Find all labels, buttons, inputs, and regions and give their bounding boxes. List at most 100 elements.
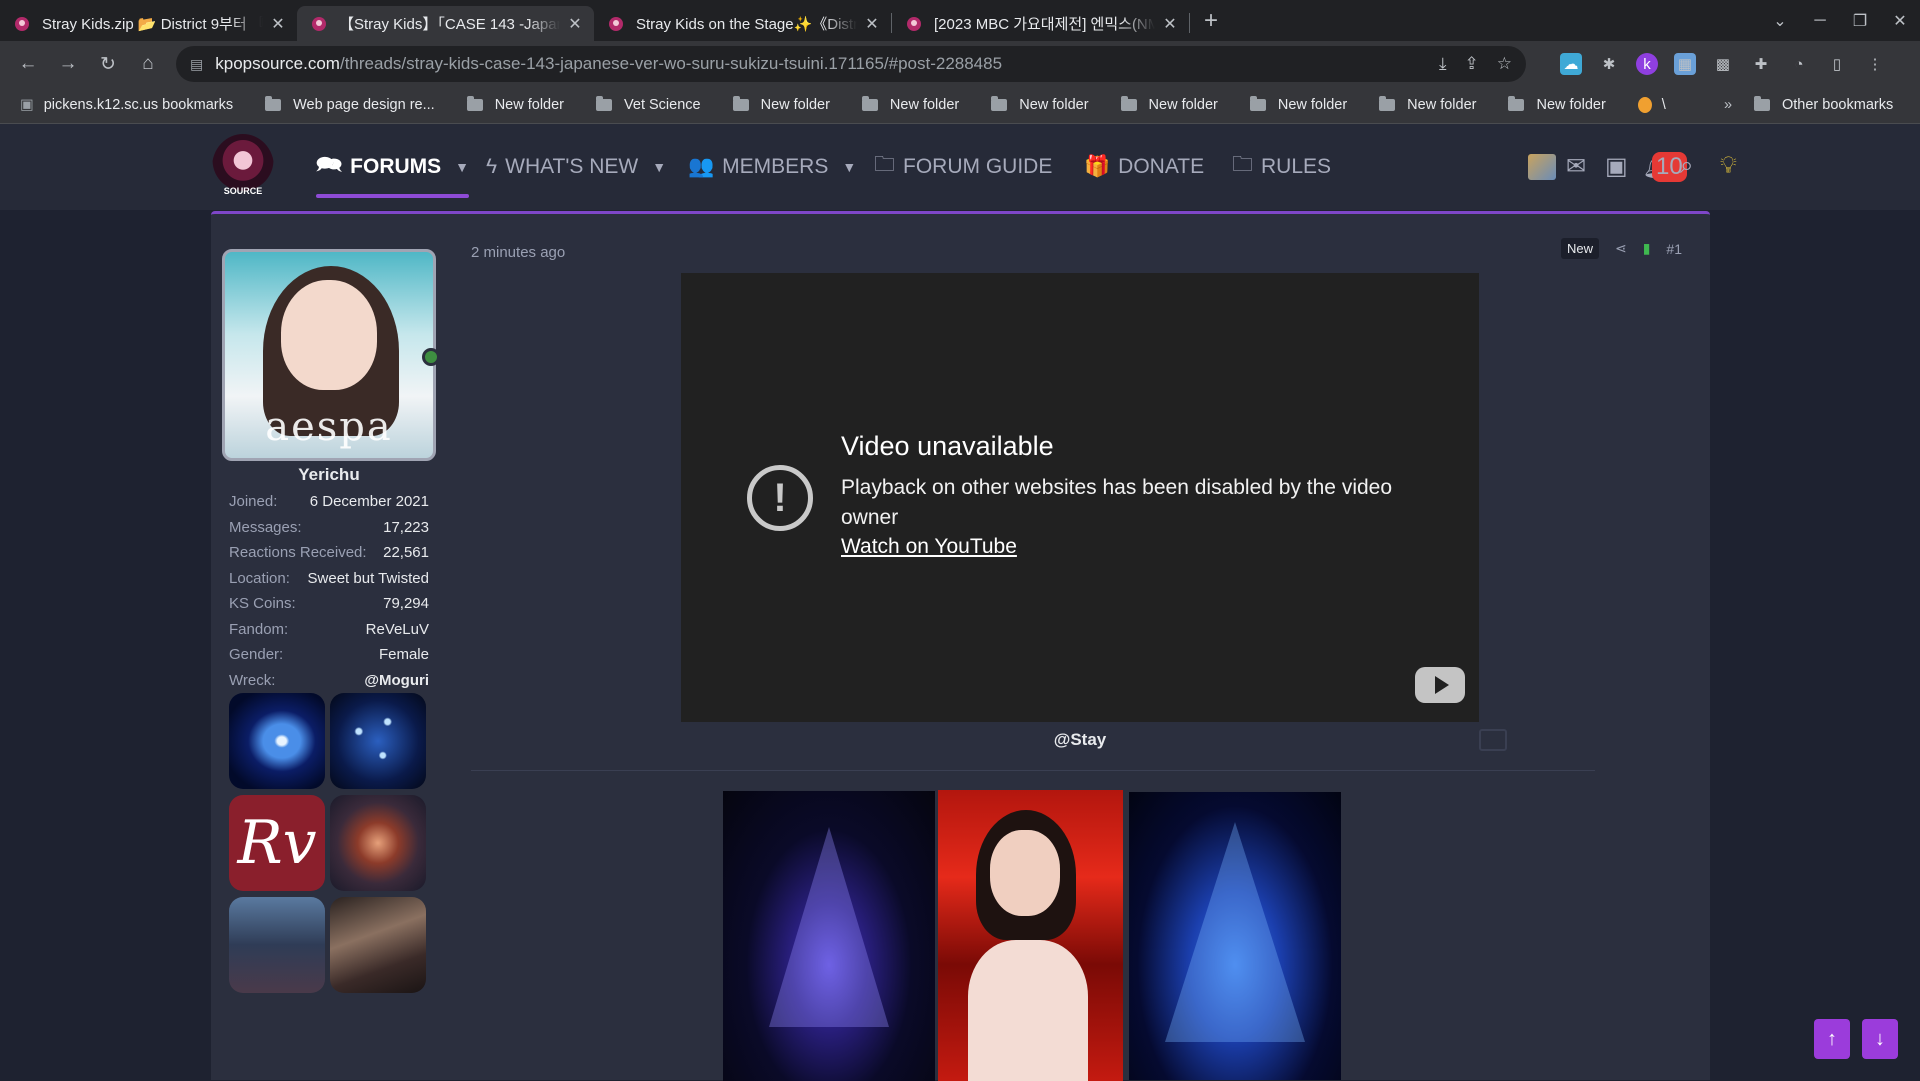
install-icon[interactable]: ⤓ — [1439, 54, 1447, 74]
close-window-icon[interactable]: ✕ — [1880, 11, 1920, 31]
stat-value-mention[interactable]: @Moguri — [364, 672, 429, 689]
stat-value: 79,294 — [383, 595, 429, 613]
trophy-star-cluster[interactable] — [330, 693, 426, 789]
folder-icon — [991, 96, 1008, 111]
share-icon[interactable]: ⋖ — [1615, 240, 1627, 257]
browser-tab[interactable]: Stray Kids.zip 📂 District 9부터 『 ✕ — [0, 6, 297, 41]
home-icon[interactable]: ⌂ — [128, 53, 168, 75]
trophy-nebula[interactable] — [330, 795, 426, 891]
post-timestamp[interactable]: 2 minutes ago — [471, 244, 565, 261]
stat-key: Fandom: — [229, 620, 289, 638]
trophy-galaxy[interactable] — [229, 693, 325, 789]
gif-blue-tree[interactable] — [1129, 792, 1341, 1080]
puppet-extension-icon[interactable]: ✱ — [1598, 53, 1620, 75]
site-info-icon[interactable]: ▤ — [190, 56, 203, 73]
tab-title: Stray Kids on the Stage✨《District — [636, 16, 857, 33]
scroll-top-arrow-icon[interactable]: ↑ — [1814, 1019, 1850, 1059]
kpopsource-favicon — [311, 16, 327, 32]
youtube-embed[interactable]: ! Video unavailable Playback on other we… — [681, 273, 1479, 722]
minimize-icon[interactable]: ─ — [1800, 12, 1840, 30]
bookmark-folder[interactable]: New folder — [1488, 96, 1617, 113]
address-bar-actions: ⤓ ⇪ ☆ — [1439, 54, 1512, 74]
browser-tab[interactable]: [2023 MBC 가요대제전] 엔믹스(NMIXX ✕ — [892, 6, 1189, 41]
close-icon[interactable]: ✕ — [1161, 14, 1179, 34]
lightbulb-icon[interactable]: 💡︎ — [1720, 152, 1737, 180]
gif-performer[interactable] — [938, 790, 1123, 1081]
post-divider — [471, 770, 1595, 771]
stat-value: 22,561 — [383, 544, 429, 562]
username[interactable]: Yerichu — [222, 465, 436, 485]
browser-tab[interactable]: Stray Kids on the Stage✨《District ✕ — [594, 6, 891, 41]
browser-tab-strip: Stray Kids.zip 📂 District 9부터 『 ✕ 【Stray… — [0, 0, 1920, 41]
bookmark-folder[interactable]: New folder — [971, 96, 1100, 113]
bookmark-folder[interactable]: New folder — [447, 96, 576, 113]
stat-key: Reactions Received: — [229, 544, 367, 562]
performance-icon[interactable]: ◔ — [1788, 53, 1810, 75]
avatar-watermark: aespa — [265, 404, 393, 450]
reload-icon[interactable]: ↻ — [88, 53, 128, 76]
search-icon[interactable]: ⌕ — [1680, 152, 1693, 180]
scroll-bottom-arrow-icon[interactable]: ↓ — [1862, 1019, 1898, 1059]
stat-value[interactable]: Sweet but Twisted — [308, 570, 429, 587]
bookmark-folder[interactable]: Vet Science — [576, 96, 713, 113]
folder-icon — [265, 96, 282, 111]
post-mention[interactable]: @Stay — [681, 730, 1479, 750]
picture-in-picture-icon[interactable] — [1479, 729, 1507, 751]
trophy-redvelvet-logo[interactable]: Rv — [229, 795, 325, 891]
bookmark-folder[interactable]: New folder — [1101, 96, 1230, 113]
close-icon[interactable]: ✕ — [269, 14, 287, 34]
bookmark-folder[interactable]: Web page design re... — [245, 96, 447, 113]
k-extension-icon[interactable]: k — [1636, 53, 1658, 75]
address-bar[interactable]: ▤ kpopsource.com/threads/stray-kids-case… — [176, 46, 1526, 82]
bookmarks-manager-icon: ▣ — [20, 97, 34, 113]
site-user-tools: ✉ ▣ 🔔︎ 10 ⌕ 💡︎ — [0, 124, 1920, 210]
tab-separator — [1189, 13, 1190, 33]
forward-arrow-icon[interactable]: → — [48, 53, 88, 75]
bookmark-item[interactable]: \ — [1618, 97, 1678, 113]
picture-extension-icon[interactable]: ▦ — [1674, 53, 1696, 75]
bookmark-label: Other bookmarks — [1782, 97, 1894, 113]
restore-icon[interactable]: ❐ — [1840, 11, 1880, 31]
stat-row: Joined: 6 December 2021 — [229, 489, 429, 515]
watch-on-youtube-link[interactable]: Watch on YouTube — [841, 535, 1017, 559]
puzzle-extensions-icon[interactable]: ✚ — [1750, 53, 1772, 75]
extensions-area: ☁ ✱ k ▦ ▩ ✚ ◔ ▯ ⋮ — [1560, 41, 1886, 87]
bookmark-folder[interactable]: New folder — [1359, 96, 1488, 113]
post-number[interactable]: #1 — [1666, 241, 1682, 257]
side-panel-icon[interactable]: ▯ — [1826, 53, 1848, 75]
back-arrow-icon[interactable]: ← — [8, 53, 48, 75]
bookmark-label: New folder — [1019, 97, 1089, 113]
gif-purple-tree[interactable] — [723, 791, 935, 1081]
tab-search-chevron-icon[interactable]: ⌄ — [1760, 11, 1800, 31]
user-avatar[interactable] — [1528, 154, 1556, 180]
bookmark-folder[interactable]: New folder — [713, 96, 842, 113]
menu-kebab-icon[interactable]: ⋮ — [1864, 53, 1886, 75]
youtube-logo-icon[interactable] — [1415, 667, 1465, 703]
bookmark-label: New folder — [889, 97, 960, 113]
qr-extension-icon[interactable]: ▩ — [1712, 53, 1734, 75]
bookmark-folder[interactable]: New folder — [1230, 96, 1359, 113]
other-bookmarks-folder[interactable]: Other bookmarks — [1734, 96, 1905, 113]
coins-icon[interactable]: ▣ — [1605, 152, 1628, 181]
bookmark-icon[interactable]: ▮ — [1643, 240, 1651, 257]
envelope-icon[interactable]: ✉ — [1566, 152, 1586, 181]
exclamation-icon: ! — [747, 465, 813, 531]
performer-face — [990, 830, 1060, 916]
trophy-group-photo[interactable] — [229, 897, 325, 993]
close-icon[interactable]: ✕ — [566, 14, 584, 34]
stat-value[interactable]: 17,223 — [383, 519, 429, 536]
close-icon[interactable]: ✕ — [863, 14, 881, 34]
bookmark-folder[interactable]: New folder — [842, 96, 971, 113]
more-bookmarks-chevron-icon[interactable]: » — [1724, 97, 1732, 113]
browser-tab-active[interactable]: 【Stray Kids】「CASE 143 -Japanese ✕ — [297, 6, 594, 41]
bookmark-label: New folder — [1277, 97, 1348, 113]
cloud-extension-icon[interactable]: ☁ — [1560, 53, 1582, 75]
star-bookmark-icon[interactable]: ☆ — [1497, 54, 1512, 74]
share-icon[interactable]: ⇪ — [1465, 54, 1479, 74]
stat-key: KS Coins: — [229, 595, 296, 613]
trophy-stage-photo[interactable] — [330, 897, 426, 993]
new-tab-plus-icon[interactable]: + — [1204, 7, 1218, 35]
bookmark-label: New folder — [1407, 97, 1477, 113]
bookmark-item[interactable]: ▣ pickens.k12.sc.us bookmarks — [0, 97, 245, 113]
user-avatar-large[interactable]: aespa — [222, 249, 436, 461]
